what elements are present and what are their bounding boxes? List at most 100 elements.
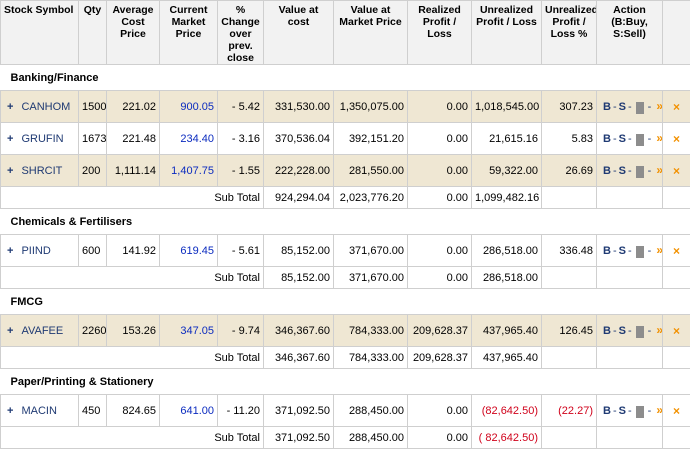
stock-symbol-link[interactable]: AVAFEE <box>21 325 63 337</box>
stock-realized: 0.00 <box>408 395 472 427</box>
stock-value-market: 1,350,075.00 <box>334 91 408 123</box>
subtotal-empty <box>597 187 663 209</box>
col-header-avg-cost: Average Cost Price <box>107 1 160 65</box>
sell-button[interactable]: S <box>619 325 626 337</box>
sector-name: FMCG <box>1 289 690 315</box>
buy-button[interactable]: B <box>603 405 611 417</box>
stock-qty: 450 <box>79 395 107 427</box>
subtotal-empty <box>663 427 690 449</box>
subtotal-empty <box>542 427 597 449</box>
more-arrow-icon[interactable]: » <box>656 403 662 417</box>
stock-qty: 2260 <box>79 315 107 347</box>
more-arrow-icon[interactable]: » <box>656 99 662 113</box>
separator: - <box>613 325 617 337</box>
delete-icon[interactable]: × <box>663 155 690 187</box>
buy-button[interactable]: B <box>603 133 611 145</box>
stock-actions: B-S--» <box>597 395 663 427</box>
delete-icon[interactable]: × <box>663 123 690 155</box>
delete-icon[interactable]: × <box>663 235 690 267</box>
sector-name: Chemicals & Fertilisers <box>1 209 690 235</box>
more-arrow-icon[interactable]: » <box>656 243 662 257</box>
subtotal-value-cost: 85,152.00 <box>264 267 334 289</box>
stock-symbol-cell[interactable]: + CANHOM <box>1 91 79 123</box>
col-header-market-price: Current Market Price <box>160 1 218 65</box>
col-header-unrealized-pct: Unrealized Profit / Loss % <box>542 1 597 65</box>
subtotal-empty <box>663 187 690 209</box>
subtotal-empty <box>663 347 690 369</box>
expand-plus-icon[interactable]: + <box>7 101 13 113</box>
expand-plus-icon[interactable]: + <box>7 133 13 145</box>
stock-symbol-link[interactable]: SHRCIT <box>21 165 62 177</box>
subtotal-row: Sub Total346,367.60784,333.00209,628.374… <box>1 347 690 369</box>
stock-qty: 200 <box>79 155 107 187</box>
subtotal-realized: 0.00 <box>408 187 472 209</box>
edit-box-icon[interactable] <box>636 246 644 258</box>
edit-box-icon[interactable] <box>636 134 644 146</box>
sell-button[interactable]: S <box>619 245 626 257</box>
stock-value-cost: 370,536.04 <box>264 123 334 155</box>
subtotal-empty <box>663 267 690 289</box>
separator: - <box>648 133 652 145</box>
stock-realized: 0.00 <box>408 235 472 267</box>
subtotal-label: Sub Total <box>1 267 264 289</box>
sell-button[interactable]: S <box>619 165 626 177</box>
subtotal-empty <box>597 267 663 289</box>
subtotal-empty <box>542 187 597 209</box>
stock-unrealized: (82,642.50) <box>472 395 542 427</box>
col-header-action: Action (B:Buy, S:Sell) <box>597 1 663 65</box>
sector-row: Paper/Printing & Stationery <box>1 369 690 395</box>
edit-box-icon[interactable] <box>636 166 644 178</box>
subtotal-unrealized: 286,518.00 <box>472 267 542 289</box>
stock-avg-cost: 221.48 <box>107 123 160 155</box>
stock-symbol-cell[interactable]: + SHRCIT <box>1 155 79 187</box>
stock-value-market: 288,450.00 <box>334 395 408 427</box>
col-header-qty: Qty <box>79 1 107 65</box>
stock-symbol-cell[interactable]: + PIIND <box>1 235 79 267</box>
subtotal-value-cost: 371,092.50 <box>264 427 334 449</box>
more-arrow-icon[interactable]: » <box>656 163 662 177</box>
delete-icon[interactable]: × <box>663 91 690 123</box>
stock-symbol-cell[interactable]: + GRUFIN <box>1 123 79 155</box>
stock-row: +AVAFEE2260153.26347.05- 9.74346,367.607… <box>1 315 690 347</box>
sell-button[interactable]: S <box>619 101 626 113</box>
stock-symbol-cell[interactable]: + AVAFEE <box>1 315 79 347</box>
stock-symbol-link[interactable]: GRUFIN <box>21 133 63 145</box>
expand-plus-icon[interactable]: + <box>7 325 13 337</box>
stock-row: +SHRCIT2001,111.141,407.75- 1.55222,228.… <box>1 155 690 187</box>
stock-symbol-cell[interactable]: + MACIN <box>1 395 79 427</box>
sell-button[interactable]: S <box>619 133 626 145</box>
buy-button[interactable]: B <box>603 245 611 257</box>
edit-box-icon[interactable] <box>636 326 644 338</box>
separator: - <box>628 405 632 417</box>
stock-value-market: 281,550.00 <box>334 155 408 187</box>
stock-symbol-link[interactable]: PIIND <box>21 245 50 257</box>
delete-icon[interactable]: × <box>663 395 690 427</box>
edit-box-icon[interactable] <box>636 102 644 114</box>
edit-box-icon[interactable] <box>636 406 644 418</box>
stock-value-cost: 346,367.60 <box>264 315 334 347</box>
stock-symbol-link[interactable]: CANHOM <box>21 101 70 113</box>
stock-value-market: 784,333.00 <box>334 315 408 347</box>
expand-plus-icon[interactable]: + <box>7 405 13 417</box>
sector-name: Banking/Finance <box>1 65 690 91</box>
separator: - <box>628 165 632 177</box>
subtotal-realized: 0.00 <box>408 267 472 289</box>
stock-actions: B-S--» <box>597 235 663 267</box>
subtotal-value-market: 2,023,776.20 <box>334 187 408 209</box>
subtotal-value-cost: 346,367.60 <box>264 347 334 369</box>
buy-button[interactable]: B <box>603 165 611 177</box>
stock-actions: B-S--» <box>597 91 663 123</box>
subtotal-value-cost: 924,294.04 <box>264 187 334 209</box>
buy-button[interactable]: B <box>603 325 611 337</box>
col-header-value-market: Value at Market Price <box>334 1 408 65</box>
separator: - <box>613 405 617 417</box>
buy-button[interactable]: B <box>603 101 611 113</box>
stock-unrealized: 286,518.00 <box>472 235 542 267</box>
more-arrow-icon[interactable]: » <box>656 323 662 337</box>
delete-icon[interactable]: × <box>663 315 690 347</box>
more-arrow-icon[interactable]: » <box>656 131 662 145</box>
sell-button[interactable]: S <box>619 405 626 417</box>
expand-plus-icon[interactable]: + <box>7 165 13 177</box>
stock-symbol-link[interactable]: MACIN <box>21 405 56 417</box>
expand-plus-icon[interactable]: + <box>7 245 13 257</box>
